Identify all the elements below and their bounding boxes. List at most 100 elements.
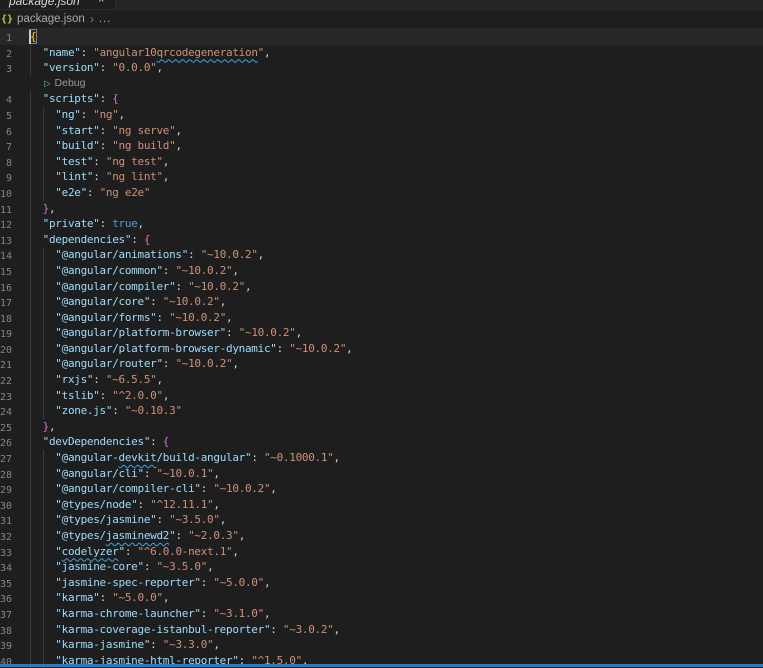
code-line[interactable]: 25 }, (0, 418, 763, 435)
code-line[interactable]: 36 "karma": "~5.0.0", (0, 590, 763, 606)
code-line[interactable]: 24 "zone.js": "~0.10.3" (0, 403, 763, 419)
code-line[interactable]: 26 "devDependencies": { (0, 434, 763, 451)
code-token: "@angular/cli" (55, 466, 144, 480)
code-token: qrcodegeneration (156, 45, 258, 59)
code-content[interactable]: "ng": "ng", (30, 106, 763, 123)
code-content[interactable]: "@angular/core": "~10.0.2", (30, 294, 763, 310)
code-line[interactable]: 13 "dependencies": { (0, 231, 763, 248)
code-token: "karma-jasmine" (55, 638, 151, 652)
code-line[interactable]: 20 "@angular/platform-browser-dynamic": … (0, 340, 763, 357)
breadcrumb-file-name[interactable]: package.json (17, 13, 85, 25)
code-content[interactable]: "name": "angular10qrcodegeneration", (30, 44, 763, 61)
code-line[interactable]: 32 "@types/jasminewd2": "~2.0.3", (0, 528, 763, 544)
editor[interactable]: 1{2 "name": "angular10qrcodegeneration",… (0, 29, 763, 668)
codelens-debug-link[interactable]: Debug (55, 76, 86, 92)
code-token: "~3.1.0" (213, 606, 264, 620)
code-token: "jasmine-spec-reporter" (55, 575, 201, 589)
code-content[interactable]: "@angular/cli": "~10.0.1", (30, 465, 763, 482)
code-content[interactable]: }, (30, 418, 763, 435)
code-content[interactable]: "e2e": "ng e2e" (30, 184, 763, 201)
code-content[interactable]: "@types/jasmine": "~3.5.0", (30, 512, 763, 528)
code-content[interactable]: "tslib": "^2.0.0", (30, 387, 763, 404)
code-line[interactable]: 6 "start": "ng serve", (0, 122, 763, 139)
code-content[interactable]: "dependencies": { (30, 231, 763, 248)
code-token: "@angular/router" (55, 357, 163, 371)
line-number[interactable]: 3 (0, 62, 12, 78)
code-content[interactable]: "karma": "~5.0.0", (30, 590, 763, 606)
code-token: : (175, 529, 189, 542)
gutter: 16 (0, 279, 30, 295)
code-content[interactable]: "@angular/forms": "~10.0.2", (30, 309, 763, 326)
code-content[interactable]: "karma-jasmine": "~3.3.0", (30, 637, 763, 653)
code-content[interactable]: "@angular-devkit/build-angular": "~0.100… (30, 450, 763, 466)
code-content[interactable]: "zone.js": "~0.10.3" (30, 403, 763, 419)
code-content[interactable]: "lint": "ng lint", (30, 169, 763, 185)
tab-close-icon[interactable]: × (98, 0, 104, 6)
code-content[interactable]: "@angular/router": "~10.0.2", (30, 356, 763, 373)
code-content[interactable]: "private": true, (30, 216, 763, 232)
code-line[interactable]: 19 "@angular/platform-browser": "~10.0.2… (0, 325, 763, 341)
code-line[interactable]: 28 "@angular/cli": "~10.0.1", (0, 465, 763, 482)
code-line[interactable]: 18 "@angular/forms": "~10.0.2", (0, 309, 763, 326)
code-line[interactable]: 33 "codelyzer": "^6.0.0-next.1", (0, 543, 763, 560)
code-line[interactable]: 15 "@angular/common": "~10.0.2", (0, 262, 763, 279)
code-token: "~3.3.0" (162, 638, 214, 652)
code-content[interactable]: "@angular/common": "~10.0.2", (30, 262, 763, 279)
code-line[interactable]: 14 "@angular/animations": "~10.0.2", (0, 247, 763, 263)
code-line[interactable]: 3 "version": "0.0.0", (0, 60, 763, 76)
code-line[interactable]: 27 "@angular-devkit/build-angular": "~0.… (0, 450, 763, 466)
code-line[interactable]: 31 "@types/jasmine": "~3.5.0", (0, 512, 763, 528)
code-line[interactable]: 1{ (0, 29, 763, 45)
code-content[interactable]: "@angular/platform-browser-dynamic": "~1… (30, 340, 763, 357)
code-content[interactable]: "jasmine-spec-reporter": "~5.0.0", (30, 574, 763, 591)
tab-package-json[interactable]: package.json × (0, 0, 116, 9)
indent-guide (30, 481, 31, 497)
code-content[interactable]: "karma-coverage-istanbul-reporter": "~3.… (30, 621, 763, 638)
code-content[interactable]: }, (30, 200, 763, 217)
code-content[interactable]: "scripts": { (30, 91, 763, 107)
code-token: , (346, 341, 353, 355)
code-line[interactable]: 37 "karma-chrome-launcher": "~3.1.0", (0, 605, 763, 622)
code-line[interactable]: 7 "build": "ng build", (0, 138, 763, 154)
code-line[interactable]: 17 "@angular/core": "~10.0.2", (0, 294, 763, 310)
code-line[interactable]: 34 "jasmine-core": "~3.5.0", (0, 559, 763, 575)
code-line[interactable]: 11 }, (0, 200, 763, 217)
code-line[interactable]: 10 "e2e": "ng e2e" (0, 184, 763, 201)
indent-guide (30, 559, 31, 575)
code-content[interactable]: "@types/node": "^12.11.1", (30, 496, 763, 513)
code-line[interactable]: 4 "scripts": { (0, 91, 763, 107)
code-content[interactable]: "@types/jasminewd2": "~2.0.3", (30, 528, 763, 544)
code-line[interactable]: 8 "test": "ng test", (0, 153, 763, 170)
code-content[interactable]: "devDependencies": { (30, 434, 763, 451)
code-line[interactable]: 9 "lint": "ng lint", (0, 169, 763, 185)
code-line[interactable]: 35 "jasmine-spec-reporter": "~5.0.0", (0, 574, 763, 591)
code-content[interactable]: "jasmine-core": "~3.5.0", (30, 559, 763, 575)
code-content[interactable]: "rxjs": "~6.5.5", (30, 372, 763, 388)
code-content[interactable]: "codelyzer": "^6.0.0-next.1", (30, 543, 763, 560)
code-content[interactable]: "@angular/compiler-cli": "~10.0.2", (30, 481, 763, 497)
breadcrumb-symbol-ellipsis[interactable]: ... (99, 13, 112, 25)
code-line[interactable]: 2 "name": "angular10qrcodegeneration", (0, 44, 763, 61)
code-line[interactable]: 23 "tslib": "^2.0.0", (0, 387, 763, 404)
code-line[interactable]: 29 "@angular/compiler-cli": "~10.0.2", (0, 481, 763, 497)
code-content[interactable]: "karma-chrome-launcher": "~3.1.0", (30, 605, 763, 622)
code-line[interactable]: 21 "@angular/router": "~10.0.2", (0, 356, 763, 373)
code-content[interactable]: "@angular/platform-browser": "~10.0.2", (30, 325, 763, 341)
code-content[interactable]: "test": "ng test", (30, 153, 763, 170)
code-content[interactable]: "version": "0.0.0", (30, 60, 763, 76)
code-line[interactable]: 38 "karma-coverage-istanbul-reporter": "… (0, 621, 763, 638)
code-content[interactable]: { (28, 29, 763, 45)
gutter: 13 (0, 232, 30, 248)
code-content[interactable]: "@angular/compiler": "~10.0.2", (30, 278, 763, 295)
gutter: 24 (0, 403, 30, 419)
code-line[interactable]: 39 "karma-jasmine": "~3.3.0", (0, 637, 763, 653)
code-content[interactable]: "start": "ng serve", (30, 122, 763, 139)
code-line[interactable]: 22 "rxjs": "~6.5.5", (0, 372, 763, 388)
code-line[interactable]: 12 "private": true, (0, 216, 763, 232)
code-line[interactable]: 30 "@types/node": "^12.11.1", (0, 496, 763, 513)
code-line[interactable]: 5 "ng": "ng", (0, 106, 763, 123)
code-token: "^12.11.1" (150, 497, 214, 511)
code-content[interactable]: "@angular/animations": "~10.0.2", (30, 247, 763, 263)
code-content[interactable]: "build": "ng build", (30, 138, 763, 154)
code-line[interactable]: 16 "@angular/compiler": "~10.0.2", (0, 278, 763, 295)
